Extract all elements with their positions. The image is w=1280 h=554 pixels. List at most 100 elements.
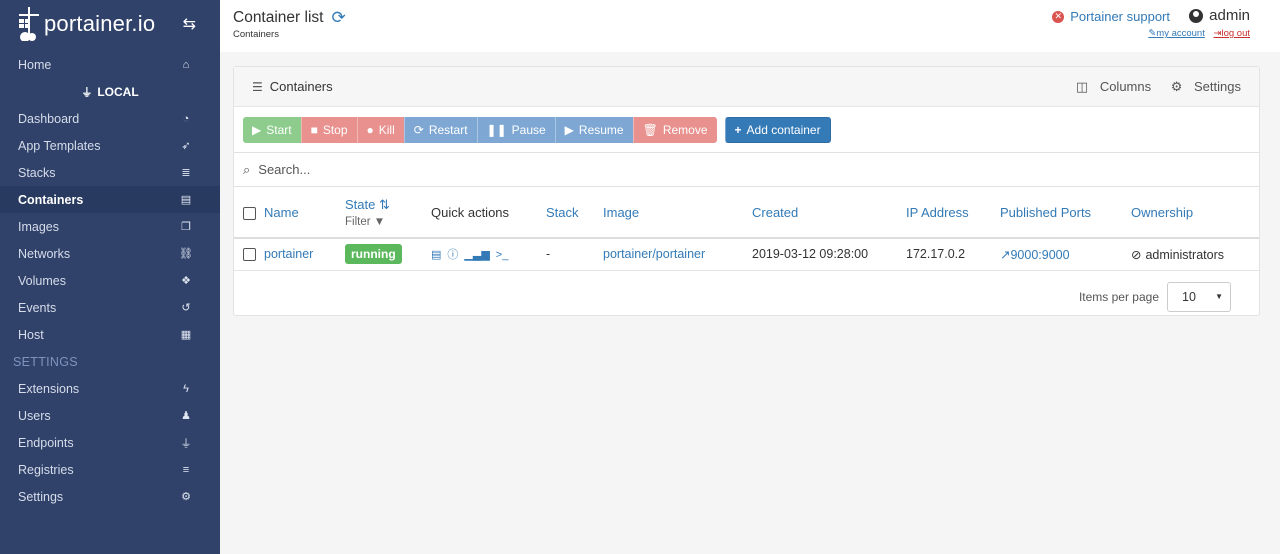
sidebar-item-extensions[interactable]: Extensions ϟ bbox=[0, 375, 220, 402]
ports-column-header[interactable]: Published Ports bbox=[1000, 187, 1131, 239]
add-container-label: Add container bbox=[746, 122, 821, 137]
stop-button[interactable]: ■ Stop bbox=[300, 116, 357, 143]
created-column-header[interactable]: Created bbox=[752, 187, 906, 239]
container-name-link[interactable]: portainer bbox=[264, 247, 313, 261]
sitemap-icon: ⛓ bbox=[179, 248, 193, 260]
plug-icon: ⏚ bbox=[180, 437, 192, 450]
server-icon: ▤ bbox=[180, 194, 192, 206]
select-all-checkbox[interactable] bbox=[243, 206, 256, 220]
switch-endpoint-icon[interactable]: ⇆ bbox=[183, 14, 196, 34]
sidebar-item-app-templates[interactable]: App Templates ➶ bbox=[0, 132, 220, 159]
plug-icon: ⏚ bbox=[81, 86, 93, 99]
sidebar-item-label: Settings bbox=[18, 489, 64, 504]
sidebar-item-settings[interactable]: Settings ⚙ bbox=[0, 483, 220, 510]
refresh-icon[interactable]: ⟳ bbox=[331, 8, 345, 28]
image-link[interactable]: portainer/portainer bbox=[603, 247, 705, 261]
ownership-label: administrators bbox=[1145, 247, 1224, 262]
image-column-header[interactable]: Image bbox=[603, 187, 752, 239]
pause-icon: ❚❚ bbox=[486, 122, 507, 137]
sidebar-item-label: Registries bbox=[18, 462, 74, 477]
ports-header-label: Published Ports bbox=[1000, 204, 1092, 220]
container-stack-cell: - bbox=[546, 238, 603, 271]
console-icon[interactable]: >_ bbox=[496, 249, 509, 261]
kill-button[interactable]: ● Kill bbox=[356, 116, 404, 143]
pause-button[interactable]: ❚❚ Pause bbox=[476, 116, 555, 143]
sidebar-item-endpoints[interactable]: Endpoints ⏚ bbox=[0, 429, 220, 456]
sidebar-item-registries[interactable]: Registries ≡ bbox=[0, 456, 220, 483]
sidebar-item-dashboard[interactable]: Dashboard ◔ bbox=[0, 105, 220, 132]
restart-button[interactable]: ⟳ Restart bbox=[403, 116, 477, 143]
state-filter[interactable]: Filter ▼ bbox=[345, 216, 431, 228]
row-select-cell bbox=[234, 238, 264, 271]
th-list-icon: ≣ bbox=[181, 167, 191, 179]
th-icon: ▦ bbox=[180, 329, 192, 341]
ownership-column-header[interactable]: Ownership bbox=[1131, 187, 1259, 239]
state-sort-link[interactable]: State ⇅ bbox=[345, 197, 431, 213]
sidebar-item-volumes[interactable]: Volumes ❖ bbox=[0, 267, 220, 294]
sidebar-item-host[interactable]: Host ▦ bbox=[0, 321, 220, 348]
user-circle-icon bbox=[1189, 8, 1204, 23]
sidebar-item-label: App Templates bbox=[18, 138, 101, 153]
history-icon: ↺ bbox=[181, 302, 191, 314]
name-header-label: Name bbox=[264, 204, 299, 220]
filter-icon: ▼ bbox=[373, 215, 386, 228]
sidebar-item-stacks[interactable]: Stacks ≣ bbox=[0, 159, 220, 186]
user-name: admin bbox=[1189, 7, 1250, 24]
my-account-link[interactable]: ✎my account bbox=[1148, 28, 1205, 39]
sidebar-item-networks[interactable]: Networks ⛓ bbox=[0, 240, 220, 267]
containers-table: Name State ⇅ Filter ▼ Quick actions Stac… bbox=[234, 187, 1259, 271]
page-title-text: Container list bbox=[233, 9, 324, 26]
containers-panel: ☰ Containers ◫ Columns ⚙ Settings ▶ Start… bbox=[233, 66, 1260, 316]
brand[interactable]: portainer.io ⇆ bbox=[0, 0, 220, 48]
search-icon: ⌕ bbox=[243, 161, 251, 177]
add-container-button[interactable]: + Add container bbox=[724, 116, 831, 143]
inspect-icon[interactable]: ⓘ bbox=[447, 249, 458, 261]
logs-icon[interactable]: ▤ bbox=[431, 249, 441, 261]
stack-column-header[interactable]: Stack bbox=[546, 187, 603, 239]
remove-button[interactable]: 🗑 Remove bbox=[632, 116, 717, 143]
sidebar-item-images[interactable]: Images ❐ bbox=[0, 213, 220, 240]
container-created-cell: 2019-03-12 09:28:00 bbox=[752, 238, 906, 271]
sidebar-item-label: Networks bbox=[18, 246, 71, 261]
items-per-page-select[interactable]: 10 ▼ bbox=[1167, 281, 1231, 312]
stats-icon[interactable]: ▁▃▆ bbox=[464, 249, 489, 261]
sidebar-item-containers[interactable]: Containers ▤ bbox=[0, 186, 220, 213]
sidebar-item-events[interactable]: Events ↺ bbox=[0, 294, 220, 321]
name-column-header[interactable]: Name bbox=[264, 187, 345, 239]
search-input[interactable] bbox=[258, 162, 559, 177]
stop-label: Stop bbox=[322, 122, 348, 137]
quick-actions-header-label: Quick actions bbox=[431, 204, 510, 220]
support-link[interactable]: ✕ Portainer support bbox=[1052, 9, 1170, 24]
sidebar-item-users[interactable]: Users ♟ bbox=[0, 402, 220, 429]
row-checkbox[interactable] bbox=[243, 248, 256, 262]
published-port-link[interactable]: ↗9000:9000 bbox=[1000, 248, 1070, 262]
restart-label: Restart bbox=[428, 122, 468, 137]
sidebar-item-label: Containers bbox=[18, 192, 84, 207]
kill-label: Kill bbox=[378, 122, 395, 137]
logout-link[interactable]: ⇥log out bbox=[1214, 28, 1251, 39]
table-settings-button[interactable]: ⚙ Settings bbox=[1163, 79, 1241, 94]
clone-icon: ❐ bbox=[181, 221, 191, 233]
container-image-cell: portainer/portainer bbox=[603, 238, 752, 271]
users-icon: ♟ bbox=[181, 410, 191, 422]
ip-column-header[interactable]: IP Address bbox=[906, 187, 1000, 239]
panel-title: ☰ Containers bbox=[252, 79, 333, 94]
sidebar-item-label: Host bbox=[18, 327, 44, 342]
select-all-cell bbox=[234, 187, 264, 239]
rocket-icon: ➶ bbox=[181, 140, 191, 152]
sidebar-item-label: Dashboard bbox=[18, 111, 80, 126]
sidebar: portainer.io ⇆ Home ⌂ ⏚ LOCAL Dashboard … bbox=[0, 0, 220, 554]
sidebar-item-label: Extensions bbox=[18, 381, 80, 396]
resume-label: Resume bbox=[578, 122, 624, 137]
brand-name: portainer.io bbox=[44, 11, 156, 36]
quick-actions-cell: ▤ ⓘ ▁▃▆ >_ bbox=[431, 238, 546, 271]
support-label: Portainer support bbox=[1070, 9, 1170, 24]
chevron-down-icon: ▼ bbox=[1215, 292, 1223, 301]
sidebar-item-label: Stacks bbox=[18, 165, 56, 180]
sidebar-item-home[interactable]: Home ⌂ bbox=[0, 51, 220, 78]
columns-label: Columns bbox=[1099, 78, 1152, 94]
start-button[interactable]: ▶ Start bbox=[243, 116, 301, 143]
resume-button[interactable]: ▶ Resume bbox=[554, 116, 633, 143]
table-row: portainer running ▤ ⓘ ▁▃▆ >_ - portainer/po… bbox=[234, 238, 1259, 271]
columns-button[interactable]: ◫ Columns bbox=[1068, 79, 1151, 94]
